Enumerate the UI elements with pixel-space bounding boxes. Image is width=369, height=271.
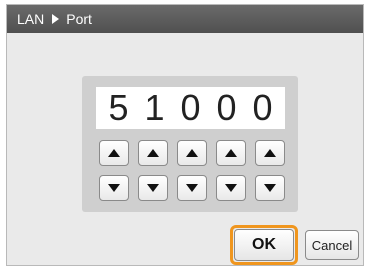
digit-4-up-button[interactable] xyxy=(216,140,246,166)
triangle-up-icon xyxy=(108,149,120,157)
decrement-buttons-row xyxy=(99,175,285,201)
digit-1-up-button[interactable] xyxy=(99,140,129,166)
digit-2-up-button[interactable] xyxy=(138,140,168,166)
triangle-up-icon xyxy=(225,149,237,157)
triangle-down-icon xyxy=(225,184,237,192)
digit-3-down-button[interactable] xyxy=(177,175,207,201)
port-digits-display: 5 1 0 0 0 xyxy=(96,87,285,129)
triangle-right-icon xyxy=(52,14,60,24)
digit-3-up-button[interactable] xyxy=(177,140,207,166)
digit-5: 0 xyxy=(252,87,273,128)
digit-4: 0 xyxy=(216,87,237,128)
triangle-down-icon xyxy=(108,184,120,192)
triangle-down-icon xyxy=(147,184,159,192)
triangle-down-icon xyxy=(264,184,276,192)
digit-2: 1 xyxy=(144,87,165,128)
triangle-up-icon xyxy=(186,149,198,157)
digit-2-down-button[interactable] xyxy=(138,175,168,201)
ok-button[interactable]: OK xyxy=(234,229,294,261)
digit-4-down-button[interactable] xyxy=(216,175,246,201)
triangle-up-icon xyxy=(147,149,159,157)
triangle-down-icon xyxy=(186,184,198,192)
title-bar: LAN Port xyxy=(7,5,363,33)
digit-1-down-button[interactable] xyxy=(99,175,129,201)
breadcrumb-parent: LAN xyxy=(17,11,45,27)
triangle-up-icon xyxy=(264,149,276,157)
digit-5-up-button[interactable] xyxy=(255,140,285,166)
increment-buttons-row xyxy=(99,140,285,166)
cancel-button[interactable]: Cancel xyxy=(305,230,359,260)
digit-3: 0 xyxy=(180,87,201,128)
breadcrumb-current: Port xyxy=(66,11,92,27)
port-dialog: LAN Port 5 1 0 0 0 OK Cancel xyxy=(6,4,364,266)
digit-5-down-button[interactable] xyxy=(255,175,285,201)
digit-1: 5 xyxy=(108,87,129,128)
port-number-panel: 5 1 0 0 0 xyxy=(82,76,298,212)
